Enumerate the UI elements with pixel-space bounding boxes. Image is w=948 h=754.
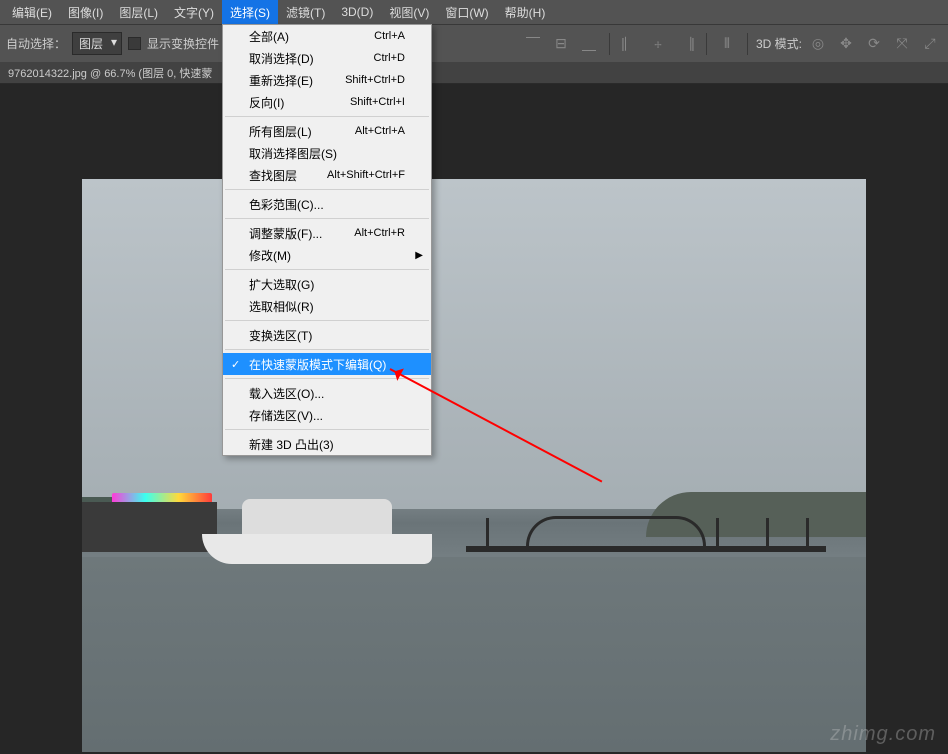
menu-separator [225, 189, 429, 190]
menu-3d[interactable]: 3D(D) [333, 1, 381, 23]
slide-icon[interactable]: ⤧ [890, 32, 914, 56]
menu-help[interactable]: 帮助(H) [497, 0, 554, 25]
scale-icon[interactable]: ⤢ [918, 32, 942, 56]
menu-window[interactable]: 窗口(W) [437, 0, 496, 25]
menu-item-all-layers[interactable]: 所有图层(L)Alt+Ctrl+A [223, 120, 431, 142]
menu-item-reselect[interactable]: 重新选择(E)Shift+Ctrl+D [223, 69, 431, 91]
align-left-icon[interactable]: |⎸ [618, 32, 642, 56]
menu-separator [225, 378, 429, 379]
menu-item-refine-mask[interactable]: 调整蒙版(F)...Alt+Ctrl+R [223, 222, 431, 244]
align-bottom-icon[interactable]: ⎽ [577, 32, 601, 56]
checkmark-icon: ✓ [231, 358, 240, 371]
options-bar: 自动选择： 图层 显示变换控件 ⎺ ⊟ ⎽ |⎸ ⧾ ⎹| ⦀ 3D 模式: ◎… [0, 24, 948, 62]
show-transform-checkbox[interactable] [128, 37, 141, 50]
canvas-area [0, 84, 948, 754]
orbit-icon[interactable]: ◎ [806, 32, 830, 56]
submenu-arrow-icon: ▶ [415, 250, 423, 261]
menu-item-transform-selection[interactable]: 变换选区(T) [223, 324, 431, 346]
menu-item-new-3d-extrusion[interactable]: 新建 3D 凸出(3) [223, 433, 431, 455]
menu-item-similar[interactable]: 选取相似(R) [223, 295, 431, 317]
menu-item-quick-mask[interactable]: ✓在快速蒙版模式下编辑(Q) [223, 353, 431, 375]
separator [706, 33, 707, 55]
menu-type[interactable]: 文字(Y) [166, 0, 222, 25]
menu-item-load-selection[interactable]: 载入选区(O)... [223, 382, 431, 404]
menu-select[interactable]: 选择(S) [222, 0, 278, 25]
roll-icon[interactable]: ⟳ [862, 32, 886, 56]
image-sky [82, 179, 866, 509]
separator [609, 33, 610, 55]
separator [747, 33, 748, 55]
align-vcenter-icon[interactable]: ⊟ [549, 32, 573, 56]
mode3d-label: 3D 模式: [756, 35, 802, 52]
menu-item-find-layers[interactable]: 查找图层Alt+Shift+Ctrl+F [223, 164, 431, 186]
select-menu-dropdown: 全部(A)Ctrl+A 取消选择(D)Ctrl+D 重新选择(E)Shift+C… [222, 24, 432, 456]
menu-item-inverse[interactable]: 反向(I)Shift+Ctrl+I [223, 91, 431, 113]
document-tab[interactable]: 9762014322.jpg @ 66.7% (图层 0, 快速蒙 [0, 62, 948, 84]
align-hcenter-icon[interactable]: ⧾ [646, 32, 670, 56]
auto-select-dropdown[interactable]: 图层 [72, 32, 122, 55]
align-top-icon[interactable]: ⎺ [521, 32, 545, 56]
image-water [82, 557, 866, 752]
menu-item-deselect-layers[interactable]: 取消选择图层(S) [223, 142, 431, 164]
image-boat-large [202, 484, 432, 564]
menu-layer[interactable]: 图层(L) [111, 0, 166, 25]
menu-item-save-selection[interactable]: 存储选区(V)... [223, 404, 431, 426]
canvas-image[interactable] [82, 179, 866, 752]
menu-item-color-range[interactable]: 色彩范围(C)... [223, 193, 431, 215]
menubar: 编辑(E) 图像(I) 图层(L) 文字(Y) 选择(S) 滤镜(T) 3D(D… [0, 0, 948, 24]
menu-separator [225, 218, 429, 219]
menu-separator [225, 116, 429, 117]
show-transform-label: 显示变换控件 [147, 35, 219, 52]
menu-item-select-all[interactable]: 全部(A)Ctrl+A [223, 25, 431, 47]
menu-edit[interactable]: 编辑(E) [4, 0, 60, 25]
auto-select-label: 自动选择： [6, 35, 66, 52]
menu-filter[interactable]: 滤镜(T) [278, 0, 333, 25]
menu-separator [225, 269, 429, 270]
menu-separator [225, 349, 429, 350]
menu-item-modify[interactable]: 修改(M)▶ [223, 244, 431, 266]
menu-separator [225, 320, 429, 321]
pan-icon[interactable]: ✥ [834, 32, 858, 56]
align-right-icon[interactable]: ⎹| [674, 32, 698, 56]
menu-item-grow[interactable]: 扩大选取(G) [223, 273, 431, 295]
image-bridge [466, 502, 826, 552]
distribute-icon[interactable]: ⦀ [715, 32, 739, 56]
menu-image[interactable]: 图像(I) [60, 0, 111, 25]
menu-item-deselect[interactable]: 取消选择(D)Ctrl+D [223, 47, 431, 69]
image-boat-small [82, 502, 217, 552]
menu-separator [225, 429, 429, 430]
menu-view[interactable]: 视图(V) [381, 0, 437, 25]
